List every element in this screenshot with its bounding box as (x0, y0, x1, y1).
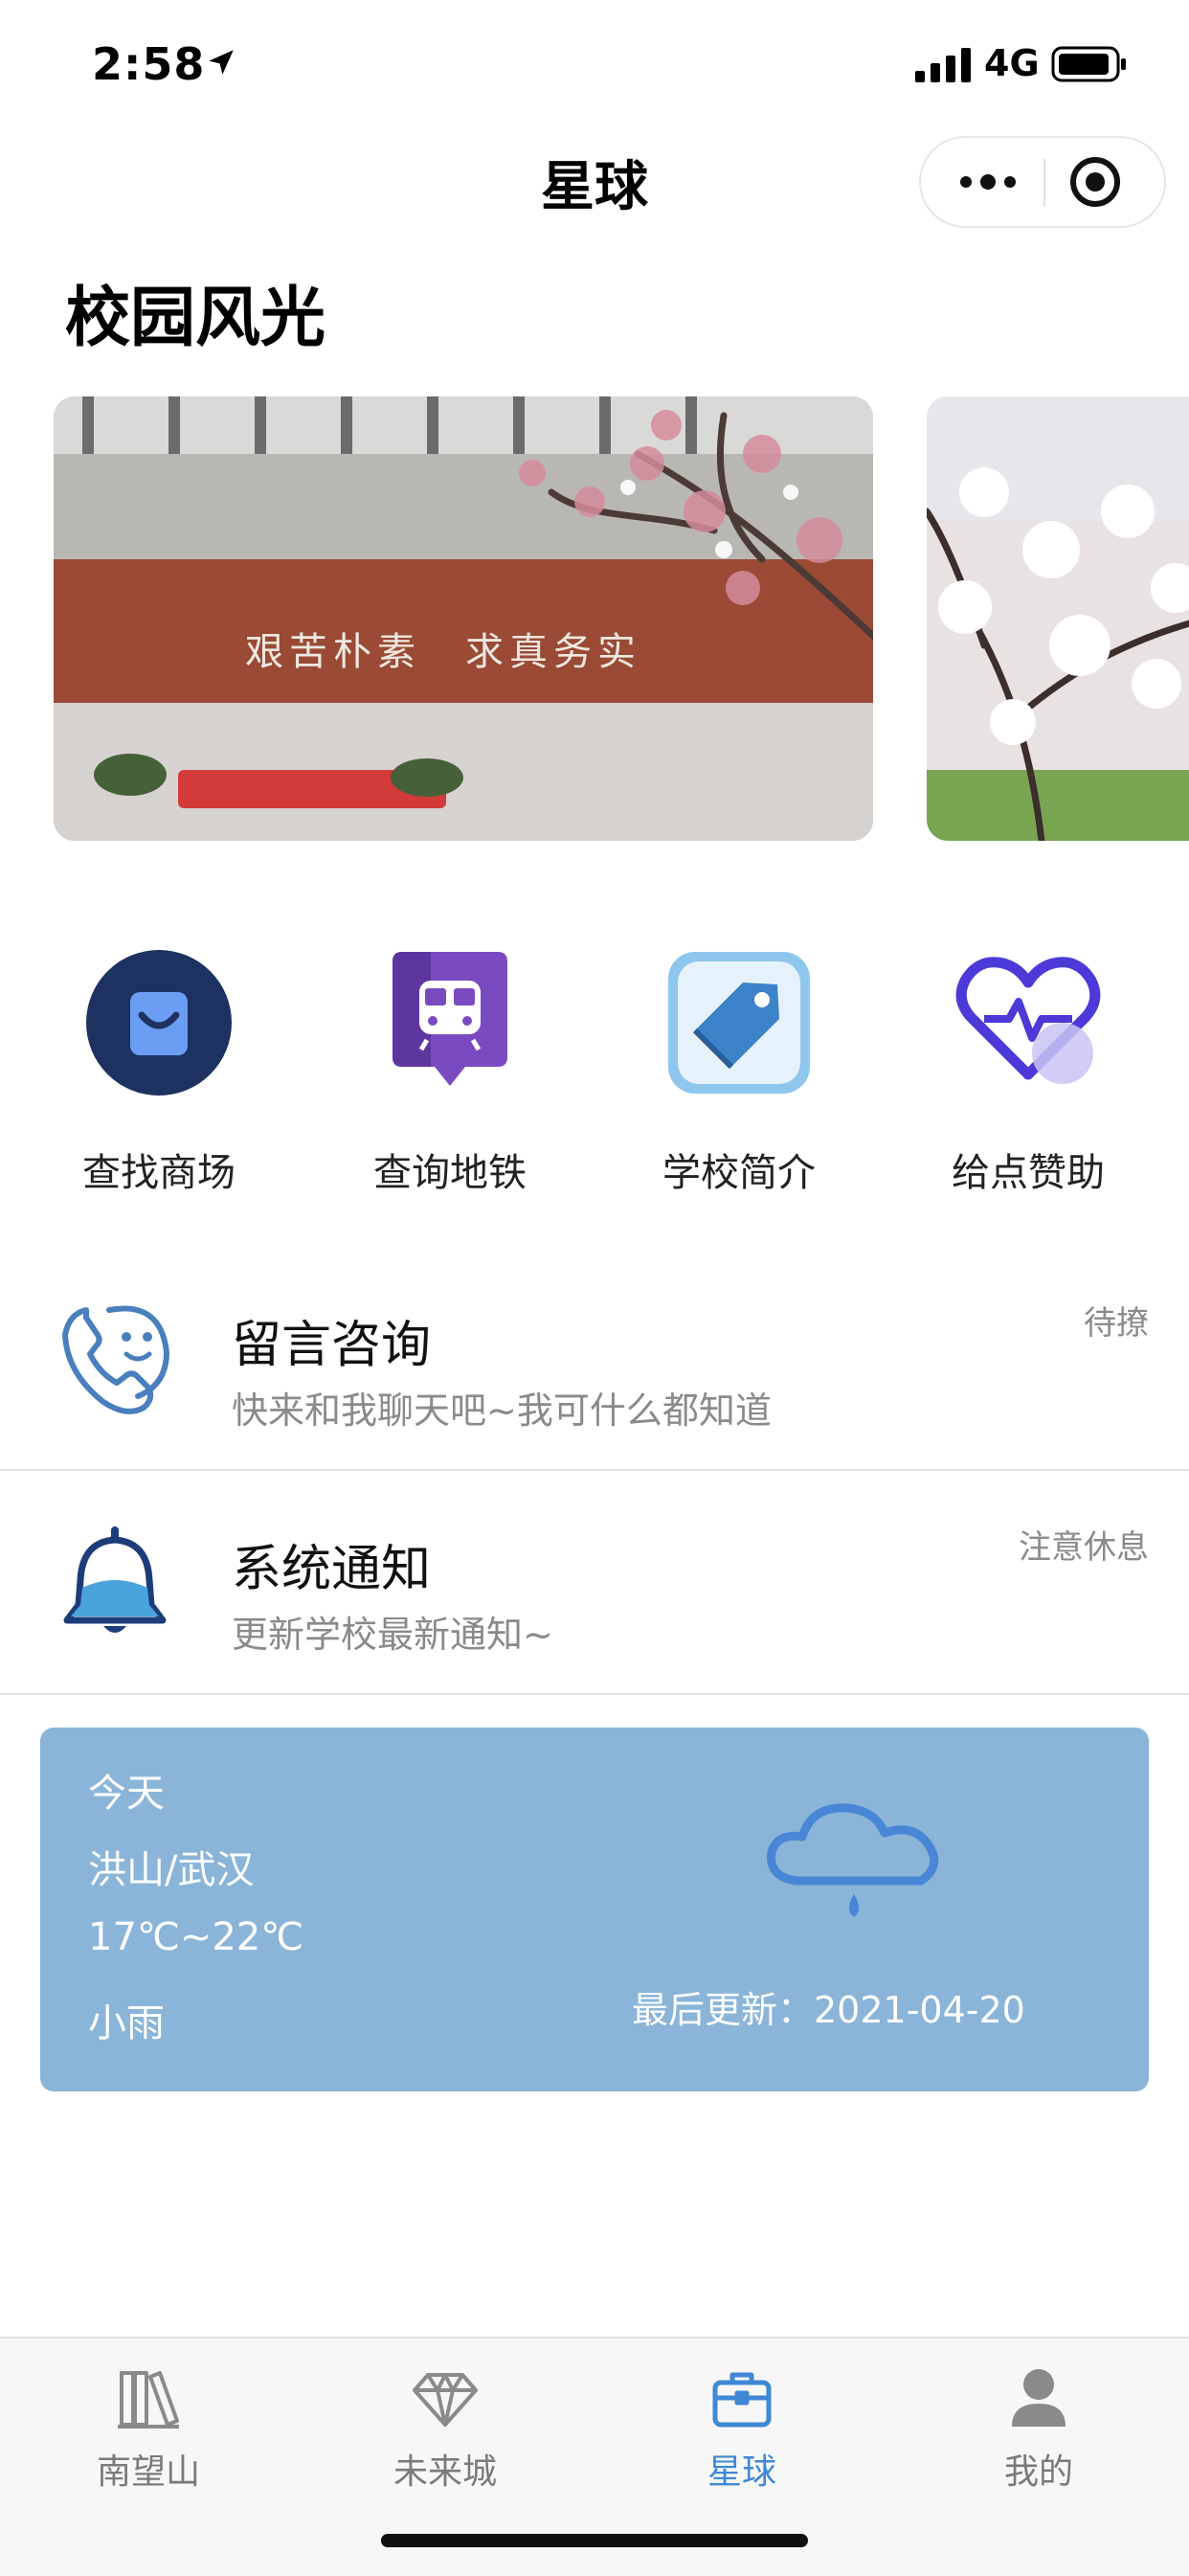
tab-xingqiu[interactable]: 星球 (594, 2356, 890, 2499)
list-item-subtitle: 快来和我聊天吧~我可什么都知道 (232, 1390, 772, 1432)
heart-pulse-icon (955, 957, 1101, 1084)
capsule-divider (1043, 159, 1045, 207)
cherry-blossom-photo (927, 396, 1189, 841)
books-icon (118, 2371, 179, 2429)
campus-banner-slide-next[interactable] (927, 396, 1189, 841)
list-item-system-notice[interactable]: 系统通知 更新学校最新通知~ 注意休息 (0, 1475, 1189, 1695)
list-item-meta: 注意休息 (1019, 1528, 1149, 1567)
weather-card[interactable]: 今天 洪山/武汉 17℃~22℃ 小雨 最后更新：2021-04-20 (40, 1728, 1149, 2091)
phone-smile-icon (62, 1305, 170, 1414)
tab-label: 南望山 (96, 2452, 200, 2492)
grid-label: 给点赞助 (952, 1151, 1105, 1195)
status-time: 2:58 (92, 38, 206, 90)
more-dot-icon (1004, 176, 1016, 188)
diamond-icon (413, 2373, 478, 2427)
close-program-icon[interactable] (1066, 153, 1124, 211)
network-label: 4G (984, 42, 1040, 84)
briefcase-icon (712, 2372, 772, 2428)
grid-label: 学校简介 (662, 1151, 816, 1195)
grid-item-sponsor[interactable]: 给点赞助 (904, 938, 1153, 1195)
tab-label: 我的 (1003, 2452, 1073, 2492)
section-title: 校园风光 (65, 281, 326, 356)
shopping-bag-icon (86, 950, 232, 1096)
tab-weilaicheng[interactable]: 未来城 (297, 2356, 594, 2499)
grid-item-query-subway[interactable]: 查询地铁 (325, 938, 574, 1195)
campus-banner-slide[interactable]: 艰苦朴素 求真务实 (54, 396, 873, 841)
list-item-message-consult[interactable]: 留言咨询 快来和我聊天吧~我可什么都知道 待撩 (0, 1251, 1189, 1471)
list-item-subtitle: 更新学校最新通知~ (232, 1614, 553, 1656)
grid-label: 查询地铁 (373, 1151, 527, 1195)
list-item-title: 留言咨询 (232, 1317, 432, 1374)
tab-nanwangshan[interactable]: 南望山 (0, 2356, 297, 2499)
light-rain-icon (767, 1803, 939, 1917)
weather-updated: 最后更新：2021-04-20 (632, 1989, 1025, 2031)
home-indicator (381, 2534, 808, 2547)
campus-gate-photo: 艰苦朴素 求真务实 (54, 396, 873, 841)
list-item-title: 系统通知 (232, 1541, 432, 1598)
grid-item-school-intro[interactable]: 学校简介 (615, 938, 864, 1195)
tab-label: 星球 (707, 2452, 776, 2492)
mini-program-capsule (919, 136, 1166, 228)
more-dot-icon (980, 174, 996, 190)
list-item-meta: 待撩 (1084, 1304, 1149, 1343)
grid-label: 查找商场 (82, 1151, 236, 1195)
location-arrow-icon (209, 50, 234, 75)
battery-icon (1051, 46, 1126, 82)
more-dot-icon (960, 176, 972, 188)
bell-icon (63, 1526, 167, 1633)
banner-slogan: 艰苦朴素 求真务实 (245, 630, 641, 674)
weather-location: 洪山/武汉 (88, 1848, 255, 1892)
grid-item-find-mall[interactable]: 查找商场 (34, 938, 283, 1195)
tab-label: 未来城 (393, 2452, 497, 2492)
tag-icon (668, 952, 810, 1094)
signal-icon (915, 48, 971, 82)
tab-wode[interactable]: 我的 (890, 2356, 1187, 2499)
user-icon (1012, 2369, 1066, 2427)
weather-condition: 小雨 (88, 2001, 165, 2045)
weather-temperature: 17℃~22℃ (88, 1915, 304, 1959)
weather-day: 今天 (88, 1772, 165, 1816)
subway-icon (393, 952, 507, 1086)
more-button[interactable] (940, 138, 1036, 226)
